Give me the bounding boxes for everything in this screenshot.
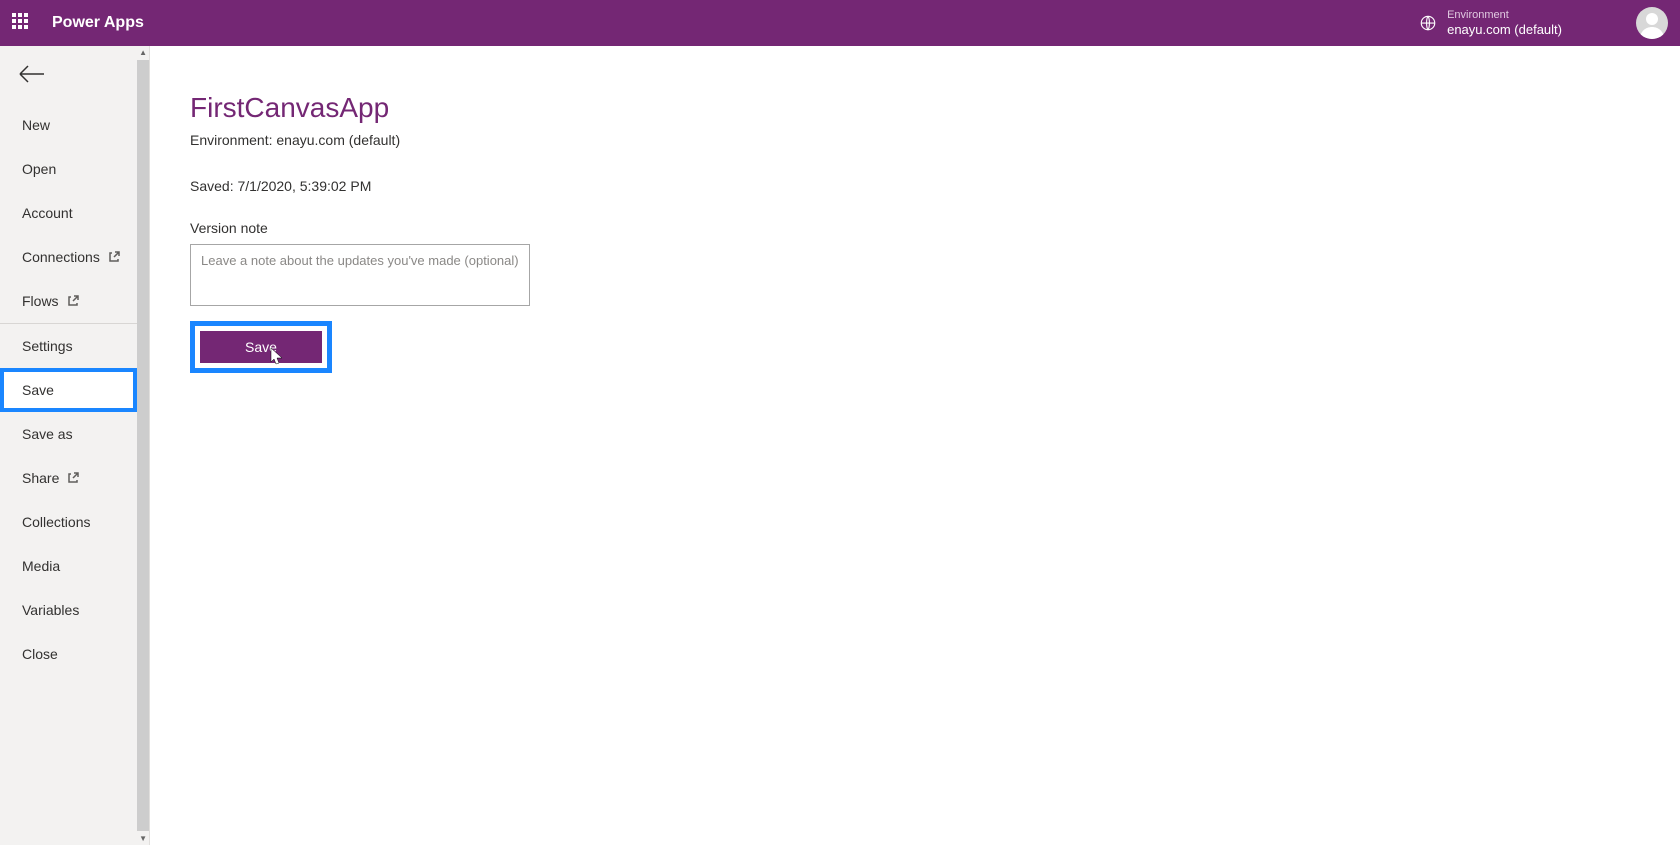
sidebar-item-label: Collections <box>22 514 90 530</box>
back-arrow-icon <box>18 64 46 84</box>
header-right: Environment enayu.com (default) <box>1419 7 1668 39</box>
sidebar-item-open[interactable]: Open <box>0 147 137 191</box>
sidebar-item-save[interactable]: Save <box>0 368 137 412</box>
popout-icon <box>108 251 120 263</box>
sidebar-scrollbar[interactable]: ▲ ▼ <box>137 46 149 845</box>
environment-name: enayu.com (default) <box>1447 22 1562 38</box>
scroll-down-icon[interactable]: ▼ <box>139 834 147 843</box>
sidebar-item-label: Share <box>22 470 59 486</box>
app-header: Power Apps Environment enayu.com (defaul… <box>0 0 1680 46</box>
sidebar-item-label: Save as <box>22 426 73 442</box>
sidebar-item-close[interactable]: Close <box>0 632 137 676</box>
sidebar-item-flows[interactable]: Flows <box>0 279 137 324</box>
sidebar-item-label: Media <box>22 558 60 574</box>
waffle-icon[interactable] <box>12 13 32 33</box>
popout-icon <box>67 295 79 307</box>
save-button-highlight: Save <box>190 321 332 373</box>
popout-icon <box>67 472 79 484</box>
sidebar-item-label: Open <box>22 161 56 177</box>
sidebar-item-share[interactable]: Share <box>0 456 137 500</box>
page-title: FirstCanvasApp <box>190 92 1640 124</box>
saved-timestamp: Saved: 7/1/2020, 5:39:02 PM <box>190 178 1640 194</box>
version-note-input[interactable] <box>190 244 530 306</box>
scrollbar-thumb[interactable] <box>137 60 149 831</box>
sidebar-item-label: Account <box>22 205 73 221</box>
sidebar-item-label: Close <box>22 646 58 662</box>
globe-icon <box>1419 14 1437 32</box>
environment-selector[interactable]: Environment enayu.com (default) <box>1419 9 1562 38</box>
back-button[interactable] <box>0 46 149 103</box>
sidebar-item-label: New <box>22 117 50 133</box>
content-area: New Open Account Connections Flows Settings Sa… <box>0 46 1680 845</box>
sidebar-list: New Open Account Connections Flows Settings Sa… <box>0 103 149 676</box>
scroll-up-icon[interactable]: ▲ <box>139 48 147 57</box>
environment-label: Environment <box>1447 9 1562 22</box>
version-note-label: Version note <box>190 220 1640 236</box>
sidebar-item-new[interactable]: New <box>0 103 137 147</box>
sidebar-item-settings[interactable]: Settings <box>0 324 137 368</box>
sidebar-item-media[interactable]: Media <box>0 544 137 588</box>
sidebar-item-label: Settings <box>22 338 73 354</box>
sidebar-item-label: Variables <box>22 602 79 618</box>
app-title: Power Apps <box>52 14 144 32</box>
sidebar-item-variables[interactable]: Variables <box>0 588 137 632</box>
save-button[interactable]: Save <box>200 331 322 363</box>
sidebar: New Open Account Connections Flows Settings Sa… <box>0 46 150 845</box>
sidebar-item-account[interactable]: Account <box>0 191 137 235</box>
main-panel: FirstCanvasApp Environment: enayu.com (d… <box>150 46 1680 845</box>
environment-text: Environment enayu.com (default) <box>1447 9 1562 38</box>
sidebar-item-label: Save <box>22 382 54 398</box>
sidebar-item-collections[interactable]: Collections <box>0 500 137 544</box>
sidebar-item-save-as[interactable]: Save as <box>0 412 137 456</box>
environment-line: Environment: enayu.com (default) <box>190 132 1640 148</box>
sidebar-item-label: Flows <box>22 293 59 309</box>
sidebar-item-label: Connections <box>22 249 100 265</box>
user-avatar[interactable] <box>1636 7 1668 39</box>
save-button-label: Save <box>245 339 277 355</box>
person-icon <box>1636 7 1668 39</box>
sidebar-item-connections[interactable]: Connections <box>0 235 137 279</box>
